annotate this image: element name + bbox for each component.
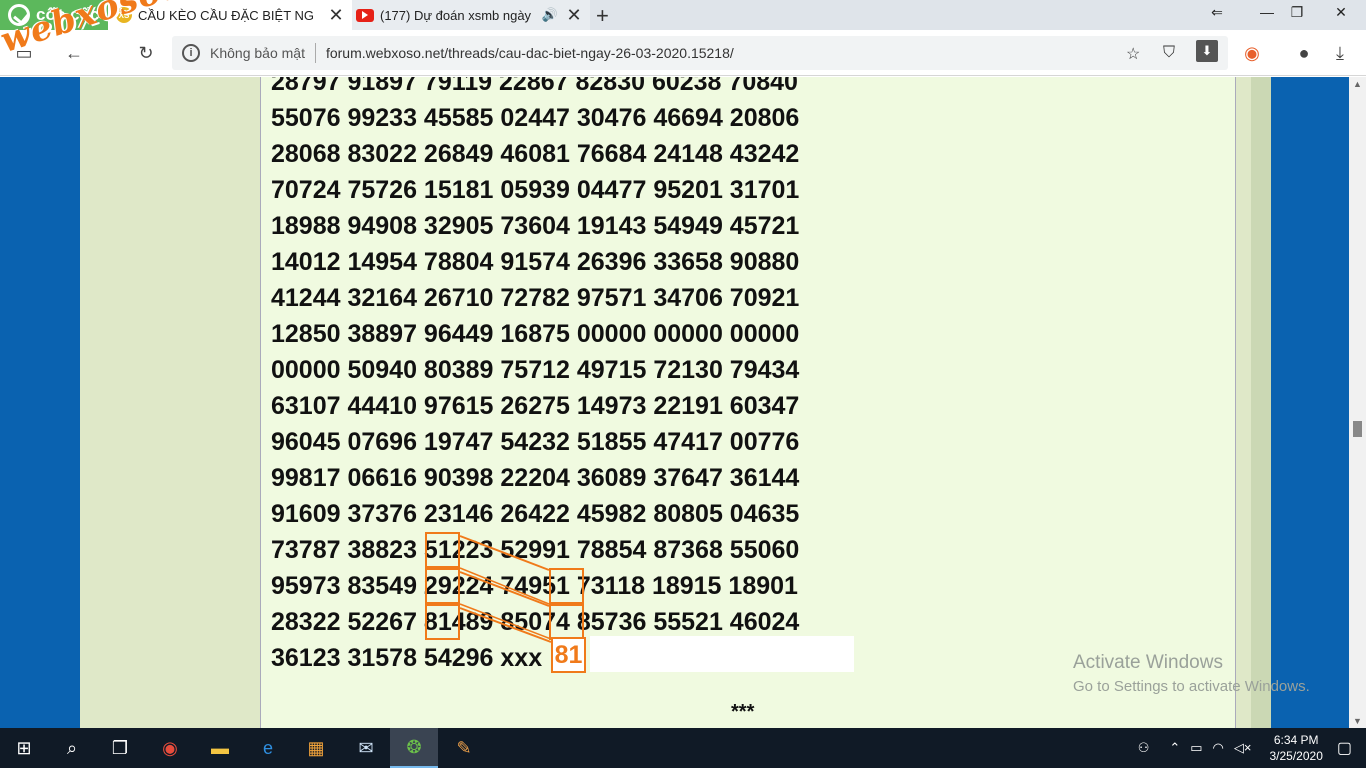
address-bar[interactable]: i Không bảo mật forum.webxoso.net/thread… — [172, 36, 1228, 70]
page-viewport: 28797 91897 79119 22867 82830 60238 7084… — [0, 77, 1349, 728]
action-center-icon[interactable]: ▢ — [1337, 738, 1352, 758]
close-icon[interactable]: ✕ — [326, 5, 346, 26]
download-icon[interactable]: ⤓ — [1328, 41, 1352, 65]
browser-toolbar: ▭ ← ↻ i Không bảo mật forum.webxoso.net/… — [0, 30, 1366, 76]
close-window-button[interactable]: ✕ — [1326, 4, 1356, 21]
tab-youtube[interactable]: (177) Dự đoán xsmb ngày 🔊 ✕ — [352, 0, 590, 30]
restore-tabs-icon[interactable]: ⇐ — [1202, 4, 1232, 21]
new-tab-button[interactable]: + — [596, 3, 609, 29]
back-icon[interactable]: ← — [62, 41, 86, 65]
connector-lines — [459, 535, 552, 643]
system-tray: ⚇ ⌃ ▭ ◠ ◁× 6:34 PM 3/25/2020 ▢ — [1138, 728, 1366, 768]
scroll-thumb[interactable] — [1353, 421, 1362, 437]
speaker-icon[interactable]: 🔊 — [542, 7, 558, 23]
minimize-button[interactable]: — — [1252, 4, 1282, 20]
vertical-scrollbar[interactable]: ▲ ▼ — [1349, 77, 1366, 728]
chrome-icon[interactable]: ◉ — [146, 728, 194, 768]
separator-stars: *** — [731, 701, 755, 723]
clock-date: 3/25/2020 — [1269, 749, 1323, 763]
edge-icon[interactable]: e — [244, 728, 292, 768]
task-view-icon[interactable]: ❐ — [96, 728, 144, 768]
save-page-icon[interactable]: ⬇ — [1196, 40, 1218, 62]
windows-taskbar: ⊞ ⌕ ❐ ◉ ▬ e ▦ ✉ ❂ ✎ ⚇ ⌃ ▭ ◠ ◁× 6:34 PM 3… — [0, 728, 1366, 768]
activate-windows-notice: Activate Windows Go to Settings to activ… — [1073, 652, 1310, 695]
profile-icon[interactable]: ● — [1292, 41, 1316, 65]
activate-subtitle: Go to Settings to activate Windows. — [1073, 678, 1310, 695]
store-icon[interactable]: ▦ — [292, 728, 340, 768]
divider — [314, 43, 316, 63]
show-hidden-icons-icon[interactable]: ⌃ — [1169, 740, 1180, 756]
tab-strip: cốc cốc XS CẦU KÈO CẦU ĐẶC BIỆT NG ✕ (17… — [0, 0, 1366, 30]
security-label: Không bảo mật — [210, 45, 305, 61]
battery-icon[interactable]: ▭ — [1190, 740, 1202, 756]
url-text[interactable]: forum.webxoso.net/threads/cau-dac-biet-n… — [326, 45, 734, 61]
file-explorer-icon[interactable]: ▬ — [196, 728, 244, 768]
bookmark-star-icon[interactable]: ☆ — [1126, 44, 1140, 64]
activate-title: Activate Windows — [1073, 652, 1223, 673]
extension-icon[interactable]: ◉ — [1240, 41, 1264, 65]
coccoc-taskbar-icon[interactable]: ❂ — [390, 728, 438, 768]
tab-title: CẦU KÈO CẦU ĐẶC BIỆT NG — [138, 7, 315, 23]
youtube-icon — [356, 8, 374, 22]
scroll-up-icon[interactable]: ▲ — [1353, 79, 1362, 89]
info-icon[interactable]: i — [182, 44, 200, 62]
wifi-icon[interactable]: ◠ — [1213, 740, 1224, 756]
maximize-button[interactable]: ❐ — [1282, 4, 1312, 21]
search-icon[interactable]: ⌕ — [48, 728, 96, 768]
start-windows-icon[interactable]: ⊞ — [0, 728, 48, 768]
people-icon[interactable]: ⚇ — [1138, 740, 1150, 756]
scroll-down-icon[interactable]: ▼ — [1353, 716, 1362, 726]
clock[interactable]: 6:34 PM 3/25/2020 — [1255, 732, 1336, 764]
clock-time: 6:34 PM — [1273, 733, 1319, 747]
shield-icon[interactable]: ⛉ — [1163, 44, 1175, 62]
prediction-result: 81 — [551, 637, 586, 673]
tab-title: (177) Dự đoán xsmb ngày — [380, 7, 532, 23]
volume-icon[interactable]: ◁× — [1234, 740, 1252, 756]
mail-icon[interactable]: ✉ — [342, 728, 390, 768]
reload-icon[interactable]: ↻ — [134, 41, 158, 65]
paint-icon[interactable]: ✎ — [440, 728, 488, 768]
close-icon[interactable]: ✕ — [564, 5, 584, 26]
